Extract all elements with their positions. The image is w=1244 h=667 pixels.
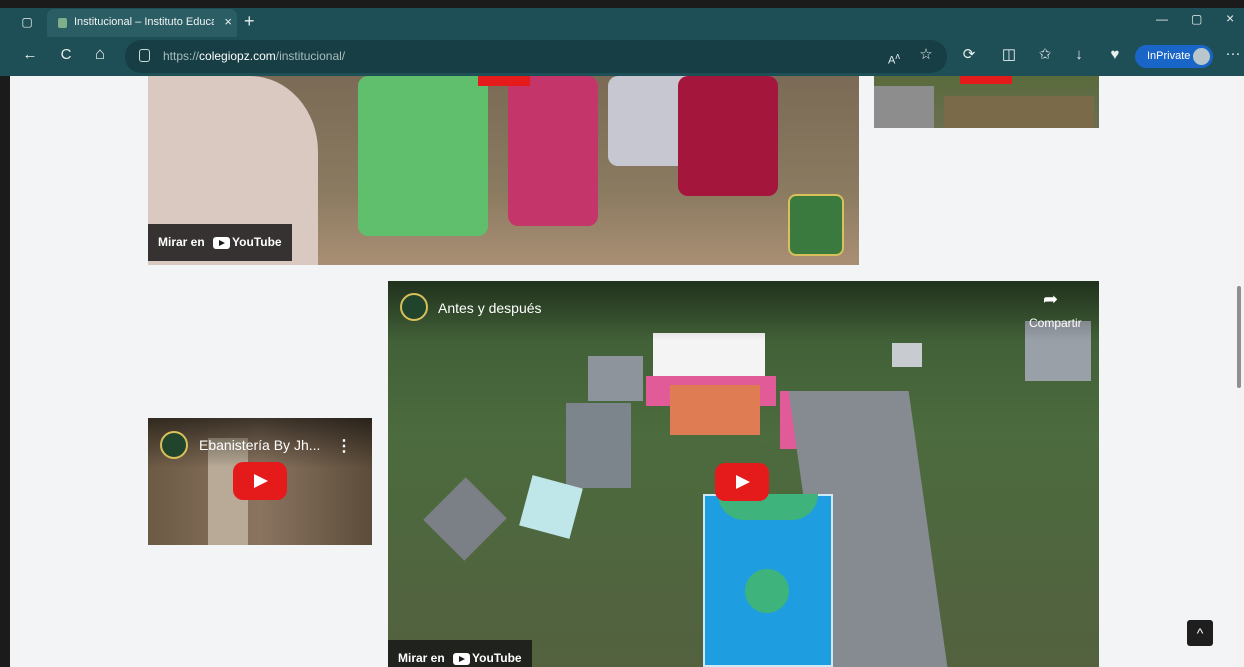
share-label[interactable]: Compartir	[1029, 316, 1082, 330]
close-tab-icon[interactable]: ×	[224, 14, 232, 29]
thumbnail-roof	[892, 343, 922, 367]
lock-icon[interactable]	[139, 49, 150, 62]
favorite-star-icon[interactable]: ☆	[915, 45, 937, 67]
video-embed-aerial-partial[interactable]	[874, 76, 1099, 128]
youtube-brand: YouTube	[472, 651, 522, 666]
play-button-partial	[478, 76, 530, 86]
scrollbar-thumb[interactable]	[1237, 286, 1241, 388]
browser-window: ▢ Institucional – Instituto Educativo × …	[0, 0, 1244, 667]
back-to-top-button[interactable]: ^	[1187, 620, 1213, 646]
watch-on-youtube-button[interactable]: Mirar en YouTube	[388, 640, 532, 667]
youtube-play-icon	[453, 653, 471, 666]
watch-label: Mirar en	[398, 651, 445, 665]
more-options-icon[interactable]: ···	[1222, 44, 1244, 66]
read-aloud-icon[interactable]: Aʌ	[883, 46, 905, 68]
inprivate-label: InPrivate	[1147, 50, 1191, 62]
video-title[interactable]: Antes y después	[438, 300, 542, 316]
watch-label: Mirar en	[158, 235, 205, 249]
back-icon[interactable]: ←	[19, 45, 41, 67]
court-center-circle	[745, 569, 789, 613]
browser-toolbar: ← C ⌂ https://colegiopz.com/instituciona…	[0, 37, 1244, 76]
video-embed-antes-despues[interactable]: Antes y después ➦ Compartir Mirar en You…	[388, 281, 1099, 667]
extensions-icon[interactable]: ⟳	[958, 45, 980, 67]
tab-institucional[interactable]: Institucional – Instituto Educativo ×	[47, 9, 237, 37]
thumbnail-roof	[874, 86, 934, 128]
thumbnail-roof	[588, 356, 643, 401]
close-window-icon[interactable]: ×	[1226, 10, 1234, 26]
restore-icon[interactable]: ▢	[1191, 12, 1202, 26]
address-url[interactable]: https://colegiopz.com/institucional/	[163, 49, 345, 63]
thumbnail-roof	[423, 477, 507, 561]
play-button-partial	[960, 76, 1012, 84]
watch-on-youtube-button[interactable]: Mirar en YouTube	[148, 224, 292, 261]
page-scrollbar[interactable]	[1234, 76, 1244, 667]
chevron-up-icon: ^	[1196, 625, 1204, 641]
thumbnail-roof	[566, 403, 631, 488]
inprivate-button[interactable]: InPrivate	[1135, 45, 1213, 68]
minimize-icon[interactable]: —	[1156, 12, 1168, 26]
thumbnail-figure	[678, 76, 778, 196]
thumbnail-figure	[358, 76, 488, 236]
youtube-play-icon	[213, 237, 231, 250]
school-crest-logo	[788, 194, 844, 256]
tab-actions-icon[interactable]: ▢	[16, 12, 38, 34]
refresh-icon[interactable]: C	[55, 45, 77, 67]
channel-avatar[interactable]	[160, 431, 188, 459]
browser-essentials-icon[interactable]: ♥	[1104, 45, 1126, 67]
url-scheme: https://	[163, 49, 200, 63]
thumbnail-roof	[670, 385, 760, 435]
video-title[interactable]: Ebanistería By Jh...	[199, 437, 320, 453]
url-path: /institucional/	[275, 49, 346, 63]
url-domain: colegiopz.com	[199, 49, 276, 63]
downloads-icon[interactable]: ↓	[1068, 45, 1090, 67]
tab-title: Institucional – Instituto Educativo	[74, 16, 214, 28]
youtube-brand: YouTube	[232, 235, 282, 250]
split-screen-icon[interactable]: ◫	[998, 45, 1020, 67]
more-vert-icon[interactable]: ⋮	[336, 436, 352, 456]
address-bar[interactable]: https://colegiopz.com/institucional/ Aʌ …	[125, 40, 947, 73]
share-icon[interactable]: ➦	[1043, 289, 1058, 310]
play-button-icon[interactable]	[233, 462, 287, 500]
play-button-icon[interactable]	[715, 463, 769, 501]
youtube-logo: YouTube	[453, 640, 522, 667]
video-embed-ebanisteria[interactable]: Ebanistería By Jh... ⋮	[148, 418, 372, 545]
thumbnail-figure	[508, 76, 598, 226]
home-icon[interactable]: ⌂	[89, 44, 111, 66]
site-favicon-icon	[58, 18, 67, 28]
avatar	[1193, 48, 1210, 65]
channel-avatar[interactable]	[400, 293, 428, 321]
favorites-icon[interactable]: ✩	[1034, 45, 1056, 67]
thumbnail-ground	[944, 96, 1094, 128]
new-tab-icon[interactable]: +	[244, 11, 255, 32]
youtube-logo: YouTube	[213, 224, 282, 261]
tab-bar: ▢ Institucional – Instituto Educativo × …	[0, 8, 1244, 37]
video-embed-students[interactable]: Mirar en YouTube	[148, 76, 859, 265]
